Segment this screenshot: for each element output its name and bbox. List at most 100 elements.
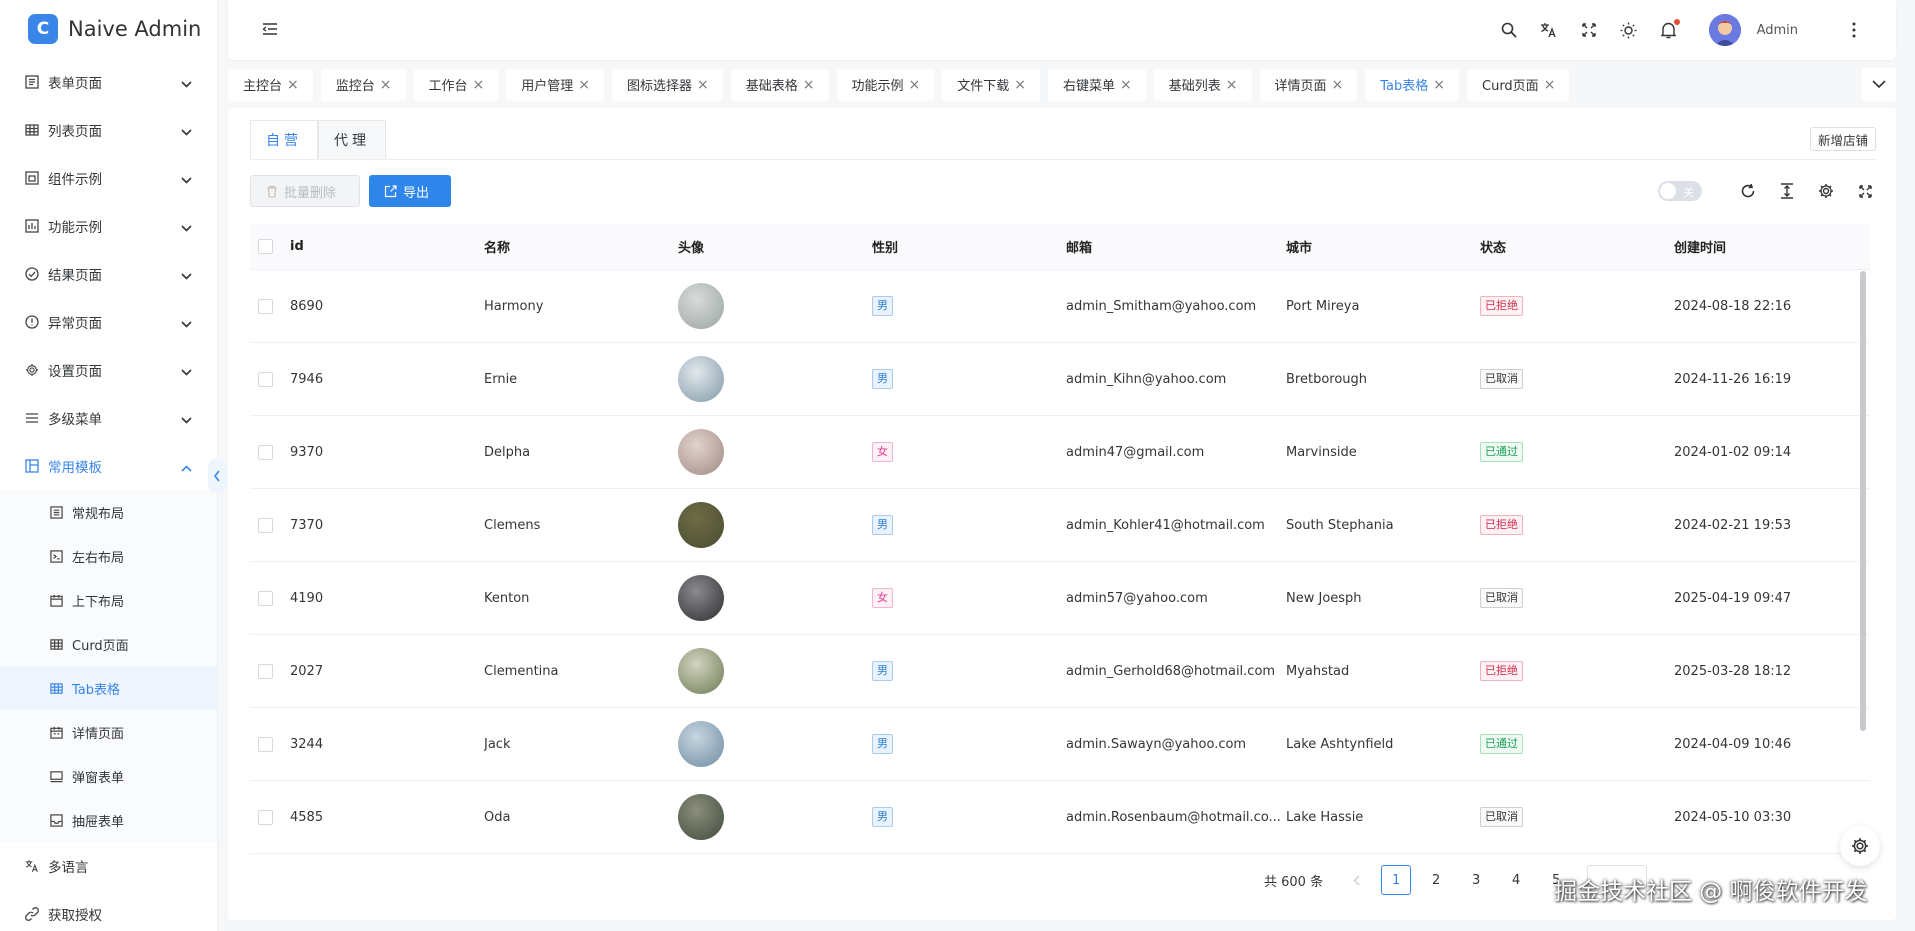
- table-scrollbar[interactable]: [1860, 271, 1866, 731]
- close-icon[interactable]: ×: [1120, 77, 1132, 93]
- search-icon[interactable]: [1500, 21, 1518, 39]
- app-logo[interactable]: C Naive Admin: [0, 0, 217, 58]
- page-tab-3[interactable]: 用户管理 ×: [506, 68, 604, 101]
- row-checkbox[interactable]: [258, 590, 273, 606]
- settings-gear-icon[interactable]: [1815, 180, 1837, 202]
- sidebar-item-7[interactable]: 多级菜单: [0, 394, 217, 442]
- refresh-icon[interactable]: [1737, 180, 1759, 202]
- table-row[interactable]: 3244 Jack 男 admin.Sawayn@yahoo.com Lake Asht…: [250, 708, 1870, 781]
- row-checkbox[interactable]: [258, 444, 273, 460]
- user-avatar[interactable]: [1708, 14, 1741, 46]
- sidebar-item-8[interactable]: 常用模板: [0, 442, 217, 490]
- col-header-created-time[interactable]: 创建时间: [1674, 237, 1870, 256]
- username[interactable]: Admin: [1757, 23, 1798, 38]
- page-4[interactable]: 4: [1501, 865, 1531, 895]
- page-tab-5[interactable]: 基础表格 ×: [730, 68, 829, 101]
- close-icon[interactable]: ×: [1014, 77, 1026, 93]
- sidebar-collapse-button[interactable]: [208, 459, 226, 493]
- page-tab-6[interactable]: 功能示例 ×: [836, 68, 935, 101]
- table-row[interactable]: 9370 Delpha 女 admin47@gmail.com Marvinside 已通…: [250, 416, 1870, 489]
- page-tab-8[interactable]: 右键菜单 ×: [1048, 68, 1146, 101]
- more-vertical-icon[interactable]: [1845, 21, 1863, 39]
- sidebar-item-5[interactable]: 异常页面: [0, 298, 217, 346]
- close-icon[interactable]: ×: [1226, 77, 1238, 93]
- add-shop-button[interactable]: 新增店铺: [1809, 127, 1876, 151]
- row-checkbox[interactable]: [258, 298, 273, 314]
- page-tab-label: 监控台: [335, 79, 375, 94]
- toggle-switch[interactable]: 关: [1658, 181, 1702, 201]
- sidebar-bottom-item-0[interactable]: 多语言: [0, 842, 217, 890]
- col-header-name[interactable]: 名称: [484, 237, 678, 256]
- sidebar-item-2[interactable]: 组件示例: [0, 154, 217, 202]
- col-header-city[interactable]: 城市: [1286, 237, 1480, 256]
- theme-sun-icon[interactable]: [1620, 21, 1638, 39]
- export-button[interactable]: 导出: [369, 175, 451, 207]
- close-icon[interactable]: ×: [578, 77, 590, 93]
- page-2[interactable]: 2: [1421, 865, 1451, 895]
- close-icon[interactable]: ×: [803, 77, 815, 93]
- row-checkbox[interactable]: [258, 517, 273, 533]
- tab-self-operated[interactable]: 自营: [250, 120, 318, 160]
- page-tab-11[interactable]: Tab表格 ×: [1365, 68, 1459, 101]
- table-row[interactable]: 2027 Clementina 男 admin_Gerhold68@hotmail.c…: [250, 635, 1870, 708]
- row-checkbox[interactable]: [258, 663, 273, 679]
- page-3[interactable]: 3: [1461, 865, 1491, 895]
- floating-settings-button[interactable]: [1840, 826, 1880, 866]
- table-row[interactable]: 7946 Ernie 男 admin_Kihn@yahoo.com Bretboroug…: [250, 343, 1870, 416]
- close-icon[interactable]: ×: [1332, 77, 1344, 93]
- fullscreen-icon[interactable]: [1580, 21, 1598, 39]
- close-icon[interactable]: ×: [287, 77, 299, 93]
- page-tab-4[interactable]: 图标选择器 ×: [612, 68, 723, 101]
- col-header-status[interactable]: 状态: [1480, 237, 1674, 256]
- tabs-dropdown-button[interactable]: [1862, 68, 1896, 101]
- table-row[interactable]: 7370 Clemens 男 admin_Kohler41@hotmail.com So…: [250, 489, 1870, 562]
- sidebar-subitem-0[interactable]: 常规布局: [0, 490, 217, 534]
- sidebar-item-4[interactable]: 结果页面: [0, 250, 217, 298]
- sidebar-bottom-item-1[interactable]: 获取授权: [0, 890, 217, 931]
- col-header-gender[interactable]: 性别: [872, 237, 1066, 256]
- sidebar-subitem-4[interactable]: Tab表格: [0, 666, 217, 710]
- close-icon[interactable]: ×: [380, 77, 392, 93]
- select-all-checkbox[interactable]: [258, 239, 273, 254]
- page-tab-10[interactable]: 详情页面 ×: [1259, 68, 1358, 101]
- table-row[interactable]: 4585 Oda 男 admin.Rosenbaum@hotmail.co... Lak…: [250, 781, 1870, 854]
- notification-bell-icon[interactable]: [1660, 19, 1680, 39]
- column-height-icon[interactable]: [1776, 180, 1798, 202]
- tab-agent[interactable]: 代理: [318, 120, 386, 160]
- close-icon[interactable]: ×: [697, 77, 709, 93]
- table-fullscreen-icon[interactable]: [1854, 180, 1876, 202]
- menu-fold-icon[interactable]: [261, 20, 279, 38]
- col-header-avatar[interactable]: 头像: [678, 237, 872, 256]
- page-tab-7[interactable]: 文件下载 ×: [942, 68, 1040, 101]
- page-tab-1[interactable]: 监控台 ×: [320, 68, 406, 101]
- batch-delete-button[interactable]: 批量删除: [250, 175, 360, 207]
- sidebar-subitem-1[interactable]: 左右布局: [0, 534, 217, 578]
- table-row[interactable]: 4190 Kenton 女 admin57@yahoo.com New Joesph 已取…: [250, 562, 1870, 635]
- sidebar-item-1[interactable]: 列表页面: [0, 106, 217, 154]
- row-checkbox[interactable]: [258, 371, 273, 387]
- page-tab-2[interactable]: 工作台 ×: [413, 68, 499, 101]
- sidebar-item-0[interactable]: 表单页面: [0, 58, 217, 106]
- row-checkbox[interactable]: [258, 809, 273, 825]
- row-checkbox[interactable]: [258, 736, 273, 752]
- close-icon[interactable]: ×: [1544, 77, 1556, 93]
- page-1[interactable]: 1: [1381, 865, 1412, 895]
- table-row[interactable]: 8690 Harmony 男 admin_Smitham@yahoo.com Port …: [250, 270, 1870, 343]
- col-header-email[interactable]: 邮箱: [1066, 237, 1286, 256]
- close-icon[interactable]: ×: [1433, 77, 1445, 93]
- sidebar-subitem-3[interactable]: Curd页面: [0, 622, 217, 666]
- close-icon[interactable]: ×: [909, 77, 921, 93]
- sidebar-subitem-6[interactable]: 弹窗表单: [0, 754, 217, 798]
- sidebar-item-6[interactable]: 设置页面: [0, 346, 217, 394]
- sidebar-subitem-5[interactable]: 详情页面: [0, 710, 217, 754]
- sidebar-subitem-2[interactable]: 上下布局: [0, 578, 217, 622]
- sidebar-item-3[interactable]: 功能示例: [0, 202, 217, 250]
- translate-icon[interactable]: [1540, 21, 1558, 39]
- page-tab-9[interactable]: 基础列表 ×: [1153, 68, 1252, 101]
- close-icon[interactable]: ×: [473, 77, 485, 93]
- page-tab-12[interactable]: Curd页面 ×: [1467, 68, 1570, 101]
- page-tab-0[interactable]: 主控台 ×: [228, 68, 313, 101]
- col-header-id[interactable]: id: [290, 239, 484, 254]
- prev-page-icon[interactable]: [1341, 865, 1371, 895]
- sidebar-subitem-7[interactable]: 抽屉表单: [0, 798, 217, 842]
